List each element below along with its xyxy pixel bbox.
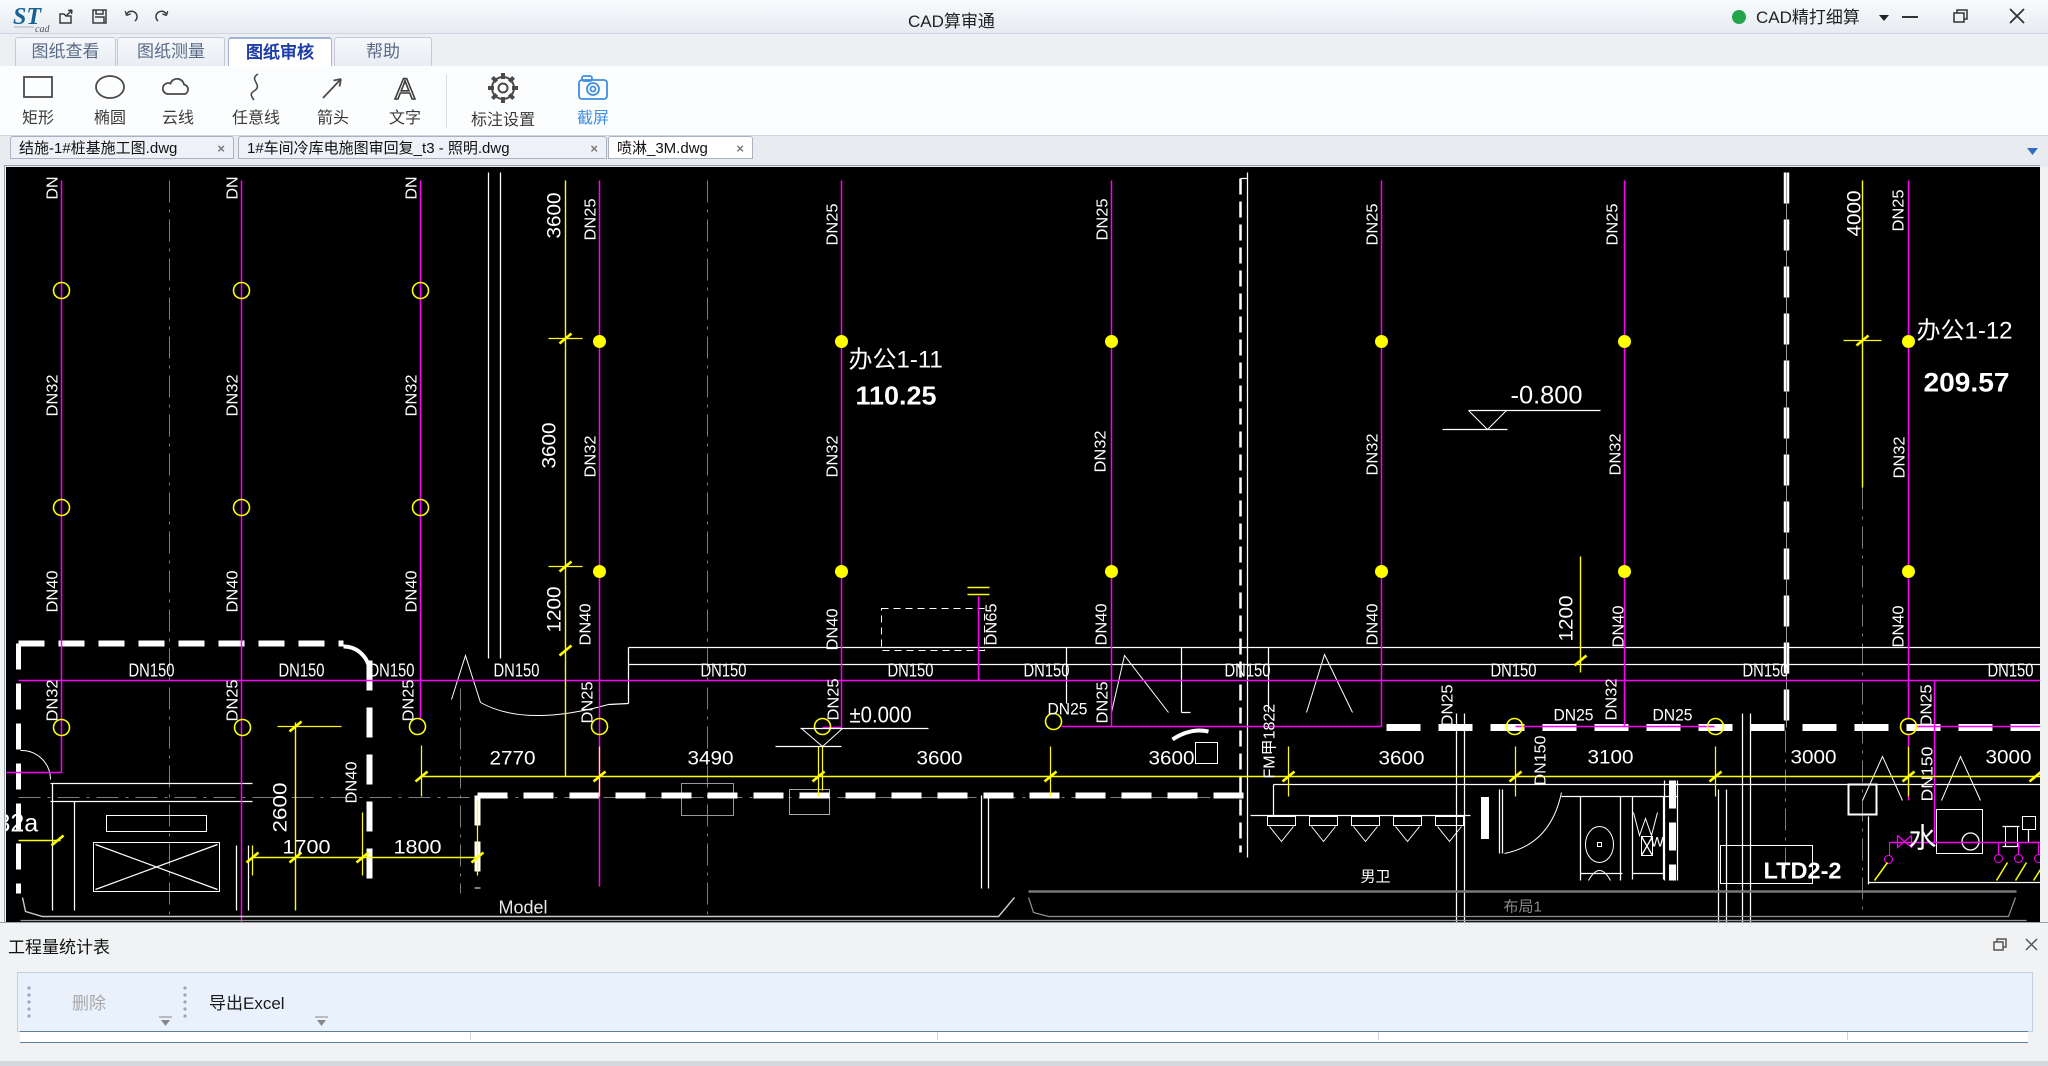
svg-text:DN150: DN150 [888,661,934,681]
svg-text:2770: 2770 [490,749,536,770]
svg-text:110.25: 110.25 [856,381,937,411]
svg-text:DN25: DN25 [1440,684,1457,726]
svg-text:办公1-12: 办公1-12 [1917,318,2013,345]
svg-text:DN25: DN25 [826,678,843,720]
svg-text:W: W [1651,834,1665,850]
svg-text:DN32: DN32 [1365,433,1382,475]
svg-text:DN40: DN40 [1891,605,1908,647]
svg-text:DN150: DN150 [1743,661,1789,681]
svg-text:DN25: DN25 [1653,706,1693,725]
svg-text:1200: 1200 [545,587,566,633]
svg-text:3600: 3600 [540,423,561,469]
svg-text:DN40: DN40 [1365,603,1382,645]
svg-text:FM甲1822: FM甲1822 [1262,704,1279,779]
svg-text:209.57: 209.57 [1924,368,2010,398]
svg-text:DN25: DN25 [1048,700,1088,719]
svg-text:DN150: DN150 [494,661,540,681]
svg-text:删除: 删除 [72,994,106,1013]
svg-text:3100: 3100 [1588,748,1634,769]
svg-text:Model: Model [499,898,548,918]
svg-text:DN150: DN150 [1024,661,1070,681]
svg-text:DN32: DN32 [1093,430,1110,472]
svg-text:DN32: DN32 [1608,433,1625,475]
svg-text:DN150: DN150 [1225,661,1271,681]
svg-text:3000: 3000 [1986,748,2032,769]
svg-text:DN25: DN25 [1365,203,1382,245]
svg-text:DN25: DN25 [1891,189,1908,231]
svg-text:DN150: DN150 [1533,735,1550,785]
svg-text:DN65: DN65 [984,603,1001,645]
svg-text:1200: 1200 [1557,596,1578,642]
svg-text:DN: DN [404,176,421,199]
svg-text:DN40: DN40 [825,608,842,650]
svg-text:水: 水 [1909,823,1937,854]
svg-text:DN32: DN32 [1604,678,1621,720]
svg-text:DN25: DN25 [1554,706,1594,725]
svg-text:DN25: DN25 [825,203,842,245]
svg-text:3600: 3600 [1149,749,1195,770]
svg-text:DN25: DN25 [1095,198,1112,240]
svg-text:DN40: DN40 [1094,603,1111,645]
svg-text:男卫: 男卫 [1361,869,1391,886]
svg-text:3600: 3600 [545,193,566,239]
svg-text:3000: 3000 [1791,748,1837,769]
svg-text:3490: 3490 [688,749,734,770]
svg-text:DN40: DN40 [404,570,421,612]
svg-text:3600: 3600 [917,749,963,770]
svg-text:CAD精打细算: CAD精打细算 [1756,8,1860,27]
svg-text:DN25: DN25 [1919,684,1936,726]
svg-text:DN150: DN150 [1988,661,2034,681]
svg-text:DN25: DN25 [1605,203,1622,245]
svg-text:DN32: DN32 [1892,436,1909,478]
svg-text:-0.800: -0.800 [1511,382,1583,410]
svg-text:1800: 1800 [394,838,442,859]
svg-text:DN150: DN150 [701,661,747,681]
svg-text:办公1-11: 办公1-11 [849,347,943,374]
svg-text:DN25: DN25 [583,198,600,240]
svg-text:3600: 3600 [1379,749,1425,770]
svg-text:DN40: DN40 [1611,605,1628,647]
svg-text:DN40: DN40 [578,603,595,645]
svg-text:布局1: 布局1 [1504,899,1542,916]
svg-text:DN32: DN32 [825,435,842,477]
svg-text:导出Excel: 导出Excel [209,994,285,1013]
svg-text:DN32: DN32 [404,374,421,416]
svg-text:DN25: DN25 [1095,681,1112,723]
svg-text:±0.000: ±0.000 [850,702,912,728]
svg-text:DN25: DN25 [401,679,418,721]
svg-text:DN150: DN150 [1491,661,1537,681]
svg-text:DN32: DN32 [583,435,600,477]
svg-text:DN150: DN150 [1920,746,1937,801]
svg-text:LTD2-2: LTD2-2 [1764,858,1842,884]
svg-text:4000: 4000 [1845,191,1866,237]
svg-text:DN25: DN25 [580,681,597,723]
